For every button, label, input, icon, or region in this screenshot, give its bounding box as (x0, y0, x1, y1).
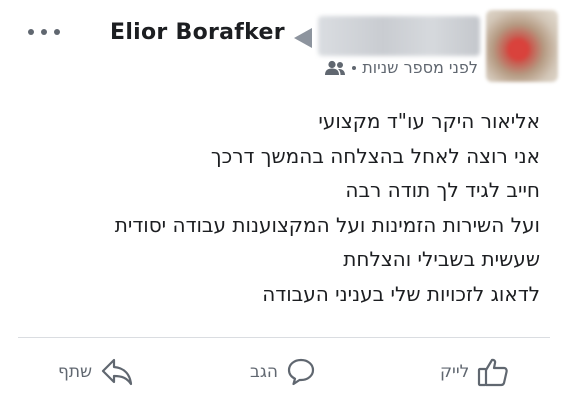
comment-icon (287, 358, 315, 386)
more-dot (41, 29, 47, 35)
more-dot (54, 29, 60, 35)
timestamp[interactable]: לפני מספר שניות (362, 58, 478, 77)
share-button[interactable]: שתף (58, 350, 134, 394)
comment-button[interactable]: הגב (250, 350, 316, 394)
more-dot (28, 29, 34, 35)
post-text-line: אני רוצה לאחל בהצלחה בהמשך דרכך (210, 143, 540, 168)
thumbs-up-icon (478, 358, 509, 387)
divider (18, 337, 550, 338)
post-meta: לפני מספר שניות (324, 58, 478, 77)
post-text-line: לדאוג לזכויות שלי בעניני העבודה (262, 281, 540, 306)
post-card: Elior Borafker לפני מספר שניות אליאור הי… (0, 0, 568, 407)
post-text-line: חייב לגיד לך תודה רבה (345, 178, 540, 202)
more-options-button[interactable] (28, 22, 60, 42)
like-label: לייק (440, 362, 470, 382)
blurred-target-name[interactable] (318, 16, 480, 56)
post-text-line: שעשית בשבילי והצלחת (343, 247, 540, 271)
separator-dot (352, 65, 357, 70)
post-text-line: אליאור היקר עו"ד מקצועי (318, 109, 540, 133)
like-button[interactable]: לייק (440, 350, 509, 394)
author-name[interactable]: Elior Borafker (110, 20, 285, 45)
comment-label: הגב (250, 362, 278, 382)
arrow-left-icon (294, 28, 312, 48)
post-text: אליאור היקר עו"ד מקצועי אני רוצה לאחל בה… (20, 104, 540, 311)
share-label: שתף (58, 362, 93, 382)
friends-icon[interactable] (324, 60, 346, 76)
avatar[interactable] (486, 10, 558, 82)
post-text-line: ועל השירות הזמינות ועל המקצוענות עבודה י… (114, 212, 540, 237)
share-icon (101, 358, 133, 386)
